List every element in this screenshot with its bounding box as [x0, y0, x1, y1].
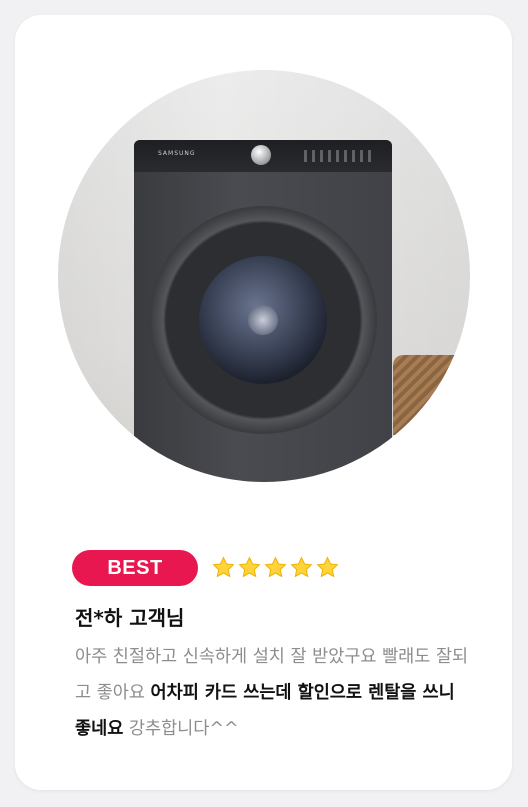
star-icon	[264, 556, 287, 578]
star-icon	[212, 556, 235, 578]
star-icon	[316, 556, 339, 578]
best-badge: BEST	[72, 550, 198, 586]
brand-label: SAMSUNG	[158, 150, 196, 157]
star-rating	[211, 555, 340, 580]
review-text-part2: 강추합니다^^	[123, 719, 239, 739]
door-glass	[199, 256, 327, 384]
star-icon	[238, 556, 261, 578]
customer-name: 전*하 고객님	[75, 606, 185, 630]
washer-door	[149, 206, 377, 434]
panel-display	[304, 150, 374, 162]
star-icon	[290, 556, 313, 578]
review-text: 아주 친절하고 신속하게 설치 잘 받았구요 빨래도 잘되고 좋아요 어차피 카…	[75, 639, 475, 747]
review-card[interactable]: SAMSUNG BEST 전*하 고객님 아주 친절하고 신속하게 설치 잘 받…	[15, 15, 512, 790]
control-panel: SAMSUNG	[134, 140, 392, 172]
drum-center	[248, 305, 278, 335]
laundry-basket	[393, 355, 470, 435]
dial-knob	[251, 145, 271, 165]
washing-machine-image: SAMSUNG	[134, 140, 392, 482]
product-photo: SAMSUNG	[58, 70, 470, 482]
